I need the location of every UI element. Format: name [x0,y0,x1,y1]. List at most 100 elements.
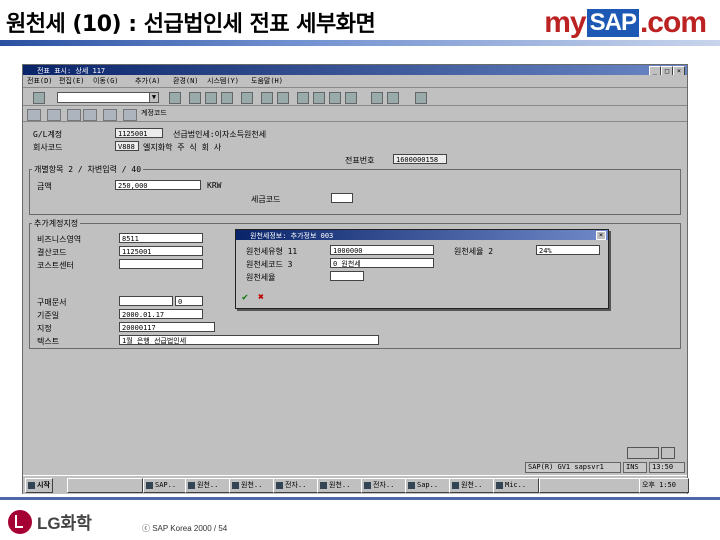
ok-check-icon[interactable]: ✔ [242,292,254,303]
find-next-icon[interactable] [277,92,289,104]
sap-window: 전표 표시: 상세 117 _ □ × 전표(D) 편집(E) 이동(G) 추가… [22,64,689,494]
cancel-x-icon[interactable]: ✖ [258,292,270,303]
start-label: 시작 [37,481,50,489]
lg-face-icon [8,509,32,534]
text-field[interactable]: 1월 은행 선급법인세 [119,335,379,345]
next-page-icon[interactable] [329,92,341,104]
popup-title: 원천세정보: 추가정보 003 [250,232,334,240]
help-icon[interactable] [415,92,427,104]
task-item[interactable]: 전자.. [361,478,407,493]
start-button[interactable]: 시작 [25,478,53,493]
status-bar: SAP(R) GV1 sapsvr1 INS 13:50 [23,447,687,473]
logo-com: .com [639,6,707,39]
task-item[interactable]: Mic.. [493,478,539,493]
cost-center-label: 코스트센터 [37,261,74,270]
details-icon[interactable] [123,109,137,121]
currency-label: KRW [207,181,222,190]
menu-system[interactable]: 시스템(Y) [207,76,239,86]
wt-type-field[interactable]: 1000000 [330,245,434,255]
task-label: 전자.. [373,481,395,489]
app-icon [364,481,371,489]
new-session-icon[interactable] [371,92,383,104]
find-icon[interactable] [261,92,273,104]
status-mode: INS [623,462,647,473]
chevron-down-icon[interactable]: ▼ [149,93,158,102]
task-item[interactable]: SAP.. [143,478,187,493]
shortcut-icon[interactable] [387,92,399,104]
wt-base-label: 원천세율 [246,273,276,282]
display-change-icon[interactable] [27,109,41,121]
windows-logo-icon [28,481,35,489]
wt-code-field[interactable]: 0 원천세 [330,258,434,268]
account-description: 선급법인세:이자소득원천세 [173,130,267,139]
task-item[interactable]: 전자.. [273,478,319,493]
back-icon[interactable] [189,92,201,104]
task-item[interactable]: 원천.. [317,478,363,493]
popup-close-icon[interactable]: × [596,231,606,240]
menu-document[interactable]: 전표(D) [27,76,53,86]
task-item[interactable]: 원천.. [185,478,231,493]
value-date-field[interactable]: 2000.01.17 [119,309,203,319]
window-titlebar: 전표 표시: 상세 117 _ □ × [23,65,687,76]
tax-code-field[interactable] [331,193,353,203]
company-code-label: 회사코드 [33,143,63,152]
enter-icon[interactable] [33,92,45,104]
task-label: Sap.. [417,481,439,489]
tax-code-label: 세금코드 [251,195,281,204]
task-label: 원천.. [461,481,483,489]
tray-clock: 오후 1:50 [639,478,689,493]
scroll-arrows[interactable] [627,447,659,459]
next-item-icon[interactable] [83,109,97,121]
value-date-label: 기준일 [37,311,60,320]
profit-center-field[interactable]: 1125001 [119,246,203,256]
app-icon [496,481,503,489]
rate-field[interactable]: 24% [536,245,600,255]
command-field[interactable]: ▼ [57,92,159,103]
standard-toolbar: ▼ [23,89,687,106]
task-item[interactable]: 원천.. [229,478,275,493]
system-tray [539,478,641,493]
menu-extras[interactable]: 추가(A) [135,76,161,86]
purchase-doc-item-field[interactable]: 0 [175,296,203,306]
status-system: SAP(R) GV1 sapsvr1 [525,462,621,473]
lg-company-name: LG화학 [37,514,92,533]
amount-field[interactable]: 250,000 [115,180,201,190]
task-item[interactable]: Sap.. [405,478,451,493]
menu-edit[interactable]: 편집(E) [59,76,85,86]
assignment-field[interactable]: 20000117 [119,322,215,332]
exit-icon[interactable] [205,92,217,104]
print-icon[interactable] [241,92,253,104]
last-page-icon[interactable] [345,92,357,104]
overview-icon[interactable] [103,109,117,121]
company-code-field: V888 [115,141,139,151]
purchase-doc-field[interactable] [119,296,173,306]
other-document-icon[interactable] [47,109,61,121]
item-group: 개별항목 2 / 차변입력 / 40 [29,164,681,215]
cost-center-field[interactable] [119,259,203,269]
save-icon[interactable] [169,92,181,104]
menu-settings[interactable]: 환경(N) [173,76,199,86]
previous-item-icon[interactable] [67,109,81,121]
task-label: Mic.. [505,481,527,489]
document-info-button[interactable]: 계정코드 [141,108,167,118]
slide-title: 원천세 (10) : 선급법인세 전표 세부화면 [6,12,376,37]
menubar: 전표(D) 편집(E) 이동(G) 추가(A) 환경(N) 시스템(Y) 도움말… [23,75,687,88]
status-time: 13:50 [649,462,685,473]
previous-page-icon[interactable] [313,92,325,104]
menu-help[interactable]: 도움말(H) [251,76,283,86]
logo-my: my [544,6,586,39]
wt-base-field[interactable] [330,271,364,281]
quick-launch-icons[interactable] [67,478,143,493]
app-icon [232,481,239,489]
task-label: 원천.. [241,481,263,489]
first-page-icon[interactable] [297,92,309,104]
menu-goto[interactable]: 이동(G) [93,76,119,86]
status-system-text: SAP(R) GV1 [528,463,571,471]
cancel-icon[interactable] [221,92,233,104]
business-area-field[interactable]: 8511 [119,233,203,243]
task-item[interactable]: 원천.. [449,478,495,493]
title-rule [0,40,720,46]
copyright-text: ⓒ SAP Korea 2000 / 54 [142,524,228,533]
resize-grip-icon[interactable] [661,447,675,459]
business-area-label: 비즈니스영역 [37,235,82,244]
